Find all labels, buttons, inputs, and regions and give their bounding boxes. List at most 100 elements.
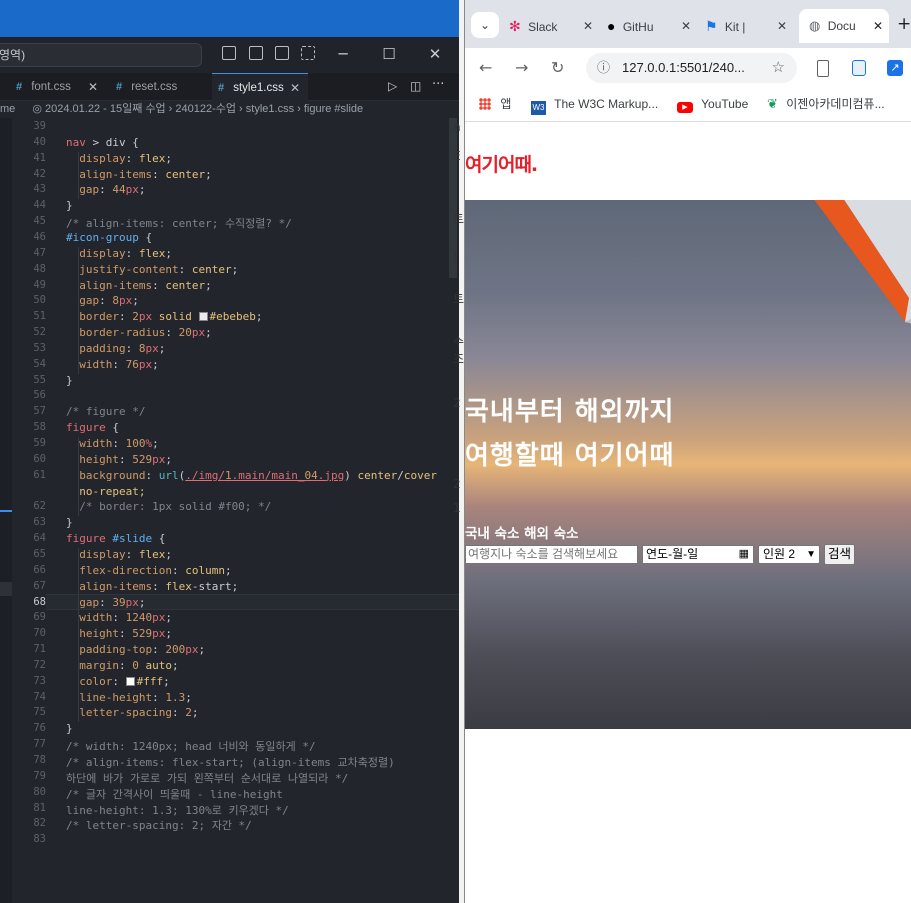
tab-search-icon[interactable]: ⌄ [471,12,499,38]
toggle-panel-icon[interactable] [249,46,263,60]
globe-icon: ◍ [809,18,821,33]
code-line[interactable]: } [66,516,73,529]
search-input[interactable]: 여행지나 숙소를 검색해보세요 [465,545,638,564]
minimize-icon[interactable]: ─ [328,41,358,67]
site-info-icon[interactable]: ⓘ [597,53,610,83]
code-line[interactable]: padding: 8px; [66,342,165,355]
bookmark-star-icon[interactable]: ☆ [767,53,785,83]
close-tab-icon[interactable]: ✕ [681,9,691,43]
run-icon[interactable]: ▷ [388,79,397,93]
code-line[interactable]: width: 1240px; [66,611,172,624]
address-bar[interactable]: ⓘ 127.0.0.1:5501/240... ☆ [586,53,797,83]
forward-icon[interactable]: → [515,58,528,77]
close-tab-icon[interactable]: ✕ [88,73,98,101]
code-line[interactable]: line-height: 1.3; 130%로 키우겠다 */ [66,802,289,818]
category-overseas[interactable]: 해외 숙소 [524,526,578,542]
line-number: 55 [33,373,46,386]
code-line[interactable]: figure #slide { [66,532,165,545]
code-line[interactable]: justify-content: center; [66,263,238,276]
reload-icon[interactable]: ↻ [551,58,564,77]
line-number: 40 [33,135,46,148]
code-line[interactable]: align-items: flex-start; [66,580,238,593]
customize-layout-icon[interactable] [301,46,315,60]
extension-icon[interactable] [852,60,866,76]
code-line[interactable]: border-radius: 20px; [66,326,211,339]
close-tab-icon[interactable]: ✕ [873,9,883,43]
command-center[interactable]: 영역) [0,43,202,67]
tab-reset-css[interactable]: # reset.css [110,73,208,101]
code-line[interactable]: align-items: center; [66,168,211,181]
bookmark-youtube[interactable]: ▶ YouTube [677,88,748,122]
code-line[interactable]: background: url(./img/1.main/main_04.jpg… [66,469,437,482]
site-logo[interactable]: 여기어때. [465,150,538,177]
close-tab-icon[interactable]: ✕ [777,9,787,43]
code-line[interactable]: flex-direction: column; [66,564,231,577]
browser-tab-slack[interactable]: ✻ Slack ✕ [509,9,599,43]
code-line[interactable]: } [66,722,73,735]
split-editor-icon[interactable]: ◫ [410,79,421,93]
code-line[interactable]: nav > div { [66,136,139,149]
tab-style1-css[interactable]: # style1.css ✕ [212,73,308,101]
code-line[interactable]: display: flex; [66,247,172,260]
code-line[interactable]: /* 글자 간격사이 띄울때 - line-height [66,786,283,802]
breadcrumb-path[interactable]: 2024.01.22 - 15일째 수업 › 240122-수업 › style… [45,103,363,115]
code-line[interactable]: line-height: 1.3; [66,691,192,704]
code-line[interactable]: gap: 8px; [66,294,139,307]
breadcrumb[interactable]: me ◎ 2024.01.22 - 15일째 수업 › 240122-수업 › … [0,101,459,118]
code-line[interactable]: 하단에 바가 가로로 가되 왼쪽부터 순서대로 나열되라 */ [66,770,348,786]
code-editor[interactable]: 39 40 nav > div {41 display: flex; 42 align… [12,118,459,903]
code-line[interactable]: display: flex; [66,152,172,165]
date-input[interactable]: 연도-월-일 ▦ [642,545,754,564]
category-domestic[interactable]: 국내 숙소 [465,526,519,542]
code-line[interactable]: /* figure */ [66,405,145,418]
line-number: 51 [33,310,46,323]
code-line[interactable]: } [66,374,73,387]
code-line[interactable]: width: 100%; [66,437,159,450]
code-line[interactable]: letter-spacing: 2; [66,706,198,719]
code-line[interactable]: margin: 0 auto; [66,659,178,672]
code-line[interactable]: color: #fff; [66,675,170,688]
tab-label: reset.css [131,81,178,93]
css-file-icon: # [16,81,23,93]
bookmark-ezen[interactable]: ❦ 이젠아카데미컴퓨... [767,88,885,122]
code-line[interactable]: width: 76px; [66,358,159,371]
toggle-sidebar-icon[interactable] [222,46,236,60]
bookmark-w3c[interactable]: W3 The W3C Markup... [531,88,658,122]
maximize-icon[interactable]: ☐ [374,41,404,67]
code-line[interactable]: display: flex; [66,548,172,561]
code-line[interactable]: /* align-items: flex-start; (align-items… [66,754,395,770]
code-line[interactable]: border: 2px solid #ebebeb; [66,310,262,323]
line-number: 53 [33,341,46,354]
toggle-secondary-sidebar-icon[interactable] [275,46,289,60]
code-line[interactable]: figure { [66,421,119,434]
code-line[interactable]: } [66,199,73,212]
code-line[interactable]: height: 529px; [66,627,172,640]
close-tab-icon[interactable]: ✕ [583,9,593,43]
people-select[interactable]: 인원 2 ▼ [758,545,820,564]
close-tab-icon[interactable]: ✕ [290,74,300,102]
tab-font-css[interactable]: # font.css ✕ [10,73,106,101]
browser-tab-kit[interactable]: ⚑ Kit | ✕ [705,9,793,43]
code-line[interactable]: height: 529px; [66,453,172,466]
bookmark-apps[interactable]: 앱 [479,88,511,122]
code-line[interactable]: /* align-items: center; 수직정렬? */ [66,215,292,231]
code-line[interactable]: #icon-group { [66,231,152,244]
search-button[interactable]: 검색 [824,544,855,565]
code-line[interactable]: /* border: 1px solid #f00; */ [66,500,271,513]
code-line[interactable]: /* width: 1240px; head 너비와 동일하게 */ [66,738,316,754]
new-tab-icon[interactable]: + [897,14,911,34]
back-icon[interactable]: ← [479,58,492,77]
code-line[interactable]: padding-top: 200px; [66,643,205,656]
extension-icon[interactable]: ↗ [887,60,903,76]
vscode-window: 영역) ─ ☐ ✕ # font.css ✕ # reset.css # sty… [0,0,459,903]
code-line[interactable]: /* letter-spacing: 2; 자간 */ [66,817,252,833]
browser-tab-document[interactable]: ◍ Docu ✕ [799,9,889,43]
close-icon[interactable]: ✕ [420,41,450,67]
calendar-icon[interactable]: ▦ [739,546,749,563]
gutter-marker [0,582,12,596]
code-line[interactable]: align-items: center; [66,279,211,292]
apps-grid-icon [479,98,491,110]
more-actions-icon[interactable]: ··· [432,77,444,92]
device-icon[interactable] [817,60,829,77]
browser-tab-github[interactable]: ● GitHu ✕ [607,9,697,43]
